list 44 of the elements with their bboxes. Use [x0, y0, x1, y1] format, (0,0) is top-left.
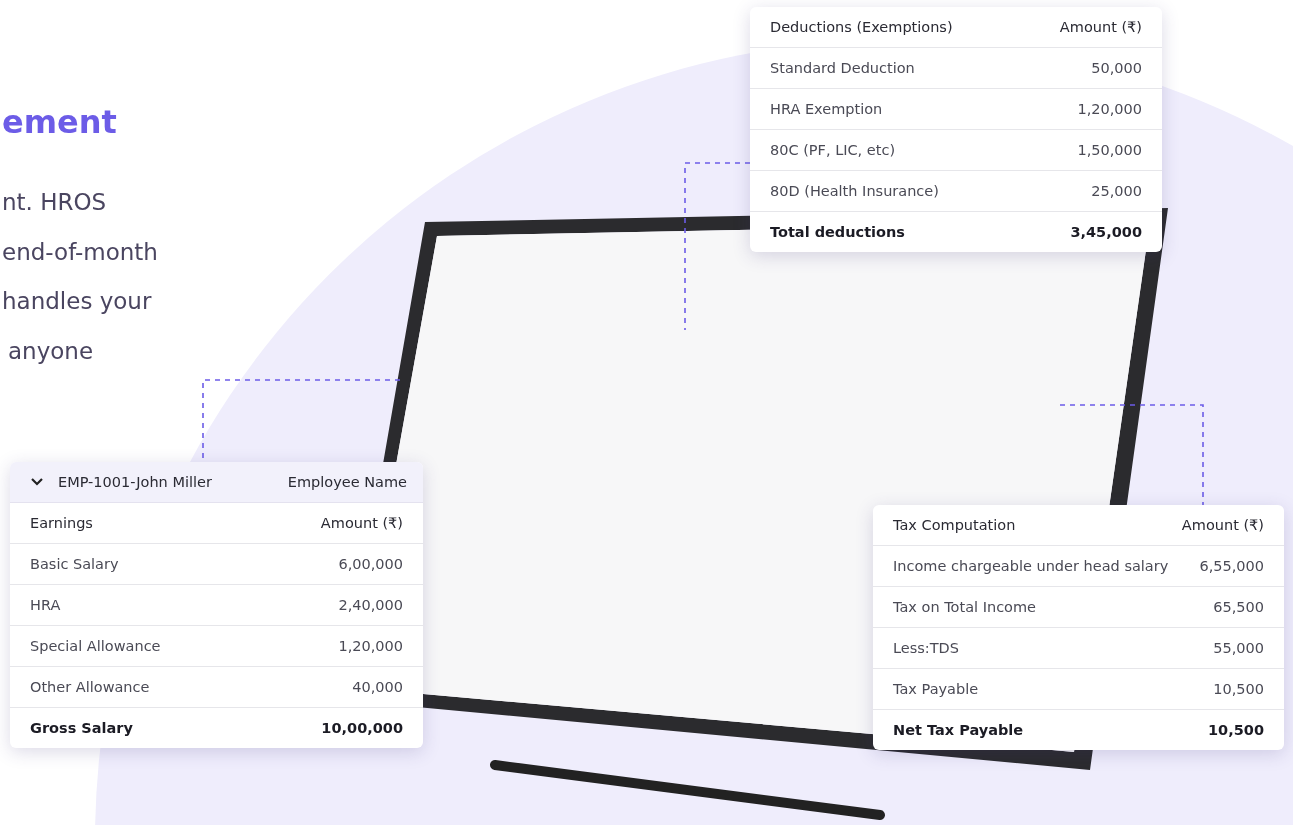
table-cell: 25,000 [1091, 183, 1142, 199]
table-cell: 1,20,000 [1077, 101, 1142, 117]
table-cell: 10,500 [1213, 681, 1264, 697]
table-cell: 55,000 [1213, 640, 1264, 656]
table-cell: Other Allowance [30, 679, 150, 695]
table-cell: Total deductions [770, 224, 905, 240]
table-cell: 6,55,000 [1199, 558, 1264, 574]
body-text: anyone [8, 336, 95, 366]
table-cell: 3,45,000 [1070, 224, 1142, 240]
column-header: Tax Computation [893, 517, 1016, 533]
table-cell: Tax on Total Income [893, 599, 1037, 615]
table-cell: Net Tax Payable [893, 722, 1024, 738]
table-cell: 1,50,000 [1077, 142, 1142, 158]
table-cell: HRA [30, 597, 61, 613]
table-cell: 65,500 [1213, 599, 1264, 615]
column-header: Earnings [30, 515, 93, 531]
table-cell: 80C (PF, LIC, etc) [770, 142, 896, 158]
body-text: nt. HROS [2, 188, 108, 217]
column-header: Employee Name [287, 474, 407, 490]
table-cell: Less:TDS [893, 640, 959, 656]
table-cell: Tax Payable [893, 681, 979, 697]
table-cell: 40,000 [352, 679, 403, 695]
table-cell: 1,20,000 [338, 638, 403, 654]
table-cell: Gross Salary [30, 720, 133, 736]
column-header: Deductions (Exemptions) [770, 19, 953, 35]
chevron-icon[interactable] [30, 477, 44, 487]
table-cell: Standard Deduction [770, 60, 915, 76]
section-heading: ement [2, 102, 118, 143]
column-header: Amount (₹) [1059, 19, 1142, 35]
column-header: Amount (₹) [1181, 517, 1264, 533]
employee-id: EMP-1001-John Miller [58, 474, 213, 490]
table-cell: Income chargeable under head salary [893, 558, 1169, 574]
table-cell: HRA Exemption [770, 101, 883, 117]
table-cell: 10,500 [1208, 722, 1264, 738]
table-cell: 6,00,000 [338, 556, 403, 572]
table-cell: Special Allowance [30, 638, 161, 654]
table-cell: Basic Salary [30, 556, 119, 572]
table-cell: 2,40,000 [338, 597, 403, 613]
column-header: Amount (₹) [320, 515, 403, 531]
table-cell: 50,000 [1091, 60, 1142, 76]
table-cell: 10,00,000 [321, 720, 403, 736]
table-cell: 80D (Health Insurance) [770, 183, 939, 199]
body-text: handles your [2, 287, 153, 316]
body-text: end-of-month [2, 237, 159, 267]
